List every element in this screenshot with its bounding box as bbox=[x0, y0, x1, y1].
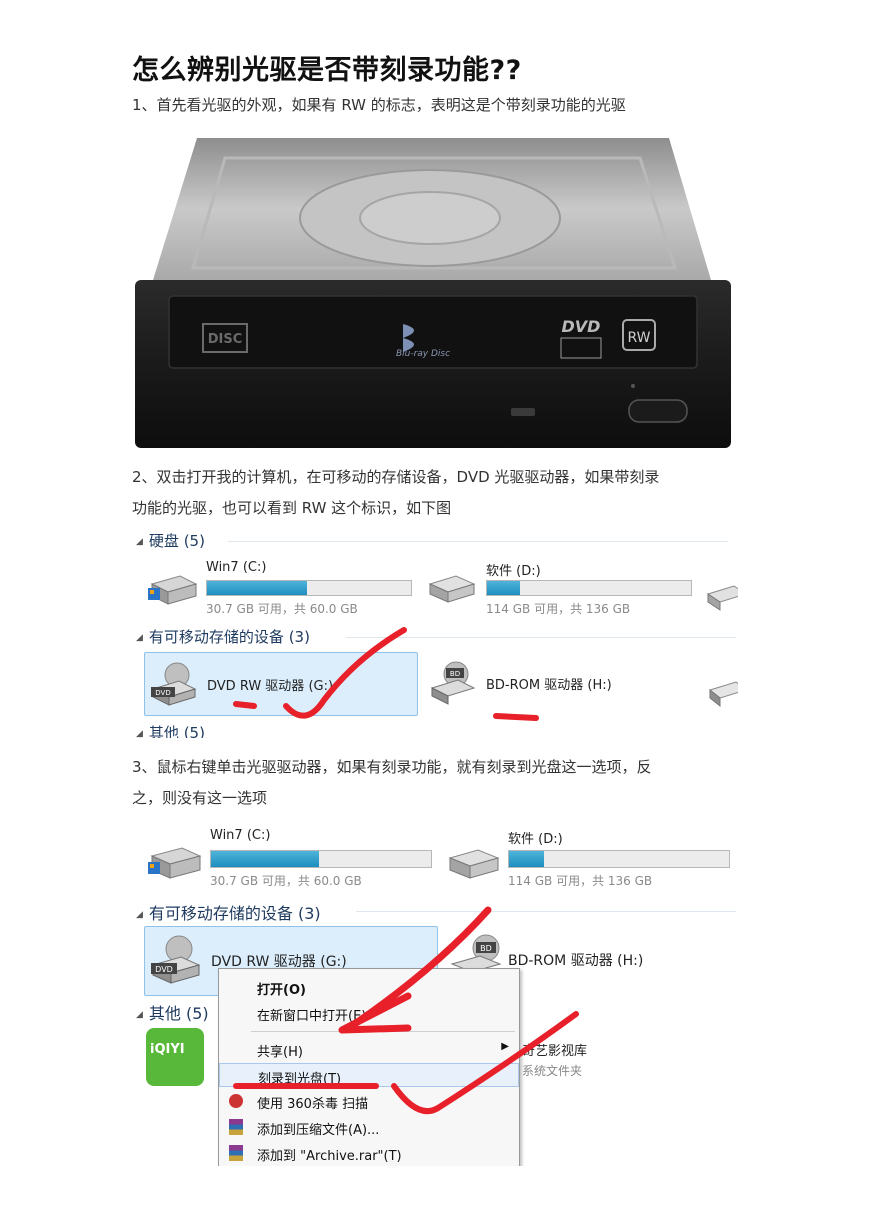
menu-item-burn-to-disc[interactable]: 刻录到光盘(T) bbox=[219, 1063, 519, 1087]
step-3-line-2: 之，则没有这一选项 bbox=[132, 789, 268, 807]
collapse-triangle-icon: ◢ bbox=[136, 728, 143, 739]
drive-c[interactable]: Win7 (C:) 30.7 GB 可用，共 60.0 GB bbox=[146, 826, 446, 888]
iqiyi-library-label: 奇艺影视库 bbox=[522, 1044, 588, 1059]
menu-item-open[interactable]: 打开(O) bbox=[219, 975, 519, 999]
iqiyi-item[interactable]: iQIYI bbox=[146, 1028, 204, 1086]
svg-text:BD: BD bbox=[480, 944, 492, 953]
dvd-drive-icon: DVD bbox=[151, 662, 197, 706]
hard-drive-icon bbox=[448, 849, 500, 879]
optical-drive-photo: DISC Blu-ray Disc DVD RW bbox=[135, 138, 731, 448]
hard-drive-icon bbox=[148, 575, 198, 605]
usage-bar bbox=[508, 850, 730, 868]
menu-item-add-to-archive-rar[interactable]: 添加到 "Archive.rar"(T) bbox=[219, 1141, 519, 1165]
context-menu: 打开(O) 在新窗口中打开(E) 共享(H) ▶ 刻录到光盘(T) 使用 360… bbox=[218, 968, 520, 1166]
dvd-drive-label: DVD RW 驱动器 (G:) bbox=[207, 679, 334, 694]
hard-drive-icon bbox=[148, 847, 202, 879]
collapse-triangle-icon: ◢ bbox=[136, 909, 143, 920]
usage-bar bbox=[206, 580, 412, 596]
bd-drive[interactable]: BD BD-ROM 驱动器 (H:) bbox=[426, 652, 706, 714]
dvd-drive-selected[interactable]: DVD DVD RW 驱动器 (G:) bbox=[144, 652, 418, 716]
svg-text:DISC: DISC bbox=[208, 332, 243, 347]
drive-d[interactable]: 软件 (D:) 114 GB 可用，共 136 GB bbox=[426, 558, 716, 618]
collapse-triangle-icon: ◢ bbox=[136, 536, 143, 547]
step-3-line-1: 3、鼠标右键单击光驱驱动器，如果有刻录功能，就有刻录到光盘这一选项，反 bbox=[132, 758, 652, 776]
usage-bar bbox=[486, 580, 692, 596]
drive-d[interactable]: 软件 (D:) 114 GB 可用，共 136 GB bbox=[446, 826, 736, 888]
bluray-label: Blu-ray Disc bbox=[396, 349, 450, 359]
removable-group-header[interactable]: ◢ 有可移动存储的设备 (3) bbox=[136, 900, 736, 924]
other-group-header[interactable]: ◢ 其他 (5) bbox=[136, 1000, 209, 1024]
drive-icon bbox=[708, 681, 738, 708]
article-title: 怎么辨别光驱是否带刻录功能?? bbox=[132, 55, 522, 86]
explorer-screenshot-1: ◢ 硬盘 (5) Win7 (C:) 30.7 GB 可用，共 60.0 GB 软… bbox=[136, 528, 738, 738]
usage-bar bbox=[210, 850, 432, 868]
svg-text:DVD: DVD bbox=[155, 689, 170, 697]
svg-text:BD: BD bbox=[450, 670, 460, 678]
hard-drive-icon bbox=[706, 585, 738, 611]
hard-drive-icon bbox=[428, 575, 476, 603]
winrar-icon bbox=[229, 1119, 243, 1135]
submenu-arrow-icon: ▶ bbox=[501, 1041, 509, 1052]
iqiyi-library-type: 系统文件夹 bbox=[522, 1064, 583, 1078]
bd-drive-icon: BD bbox=[430, 661, 476, 705]
menu-item-share[interactable]: 共享(H) ▶ bbox=[219, 1037, 519, 1061]
iqiyi-logo-icon: iQIYI bbox=[150, 1042, 185, 1057]
step-2-line-2: 功能的光驱，也可以看到 RW 这个标识，如下图 bbox=[132, 499, 452, 517]
step-2-line-1: 2、双击打开我的计算机，在可移动的存储设备，DVD 光驱驱动器，如果带刻录 bbox=[132, 468, 660, 486]
svg-text:DVD: DVD bbox=[155, 965, 173, 974]
explorer-screenshot-2: Win7 (C:) 30.7 GB 可用，共 60.0 GB 软件 (D:) 1… bbox=[136, 818, 738, 1166]
dvd-logo: DVD bbox=[562, 317, 601, 336]
menu-separator bbox=[251, 1031, 515, 1032]
removable-group-header[interactable]: ◢ 有可移动存储的设备 (3) bbox=[136, 626, 736, 647]
menu-item-add-to-archive[interactable]: 添加到压缩文件(A)... bbox=[219, 1115, 519, 1139]
collapse-triangle-icon: ◢ bbox=[136, 1009, 143, 1020]
winrar-icon bbox=[229, 1145, 243, 1161]
rw-badge: RW bbox=[627, 330, 650, 346]
menu-item-360-scan[interactable]: 使用 360杀毒 扫描 bbox=[219, 1089, 519, 1113]
drive-c[interactable]: Win7 (C:) 30.7 GB 可用，共 60.0 GB bbox=[146, 558, 426, 618]
hdd-group-header[interactable]: ◢ 硬盘 (5) bbox=[136, 530, 728, 551]
dvd-drive-icon: DVD bbox=[151, 935, 201, 984]
menu-item-open-new-window[interactable]: 在新窗口中打开(E) bbox=[219, 1001, 519, 1025]
other-group-header[interactable]: ◢ 其他 (5) bbox=[136, 722, 205, 738]
step-1-text: 1、首先看光驱的外观，如果有 RW 的标志，表明这是个带刻录功能的光驱 bbox=[132, 96, 626, 114]
collapse-triangle-icon: ◢ bbox=[136, 632, 143, 643]
360-antivirus-icon bbox=[229, 1094, 243, 1108]
